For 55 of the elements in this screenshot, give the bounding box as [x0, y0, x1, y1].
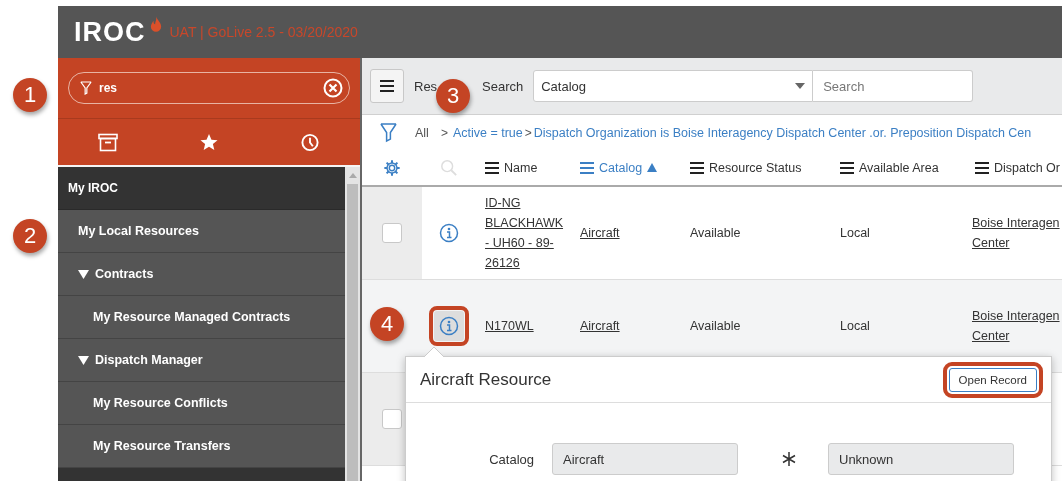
- catalog-link[interactable]: Aircraft: [580, 223, 620, 243]
- dropdown-caret-icon: [795, 83, 806, 89]
- dispatch-org-link[interactable]: Boise Interagen Center: [972, 306, 1060, 346]
- menu-button[interactable]: [370, 69, 404, 103]
- menu-group-label: Contracts: [95, 267, 154, 281]
- status-cell-text: Available: [690, 318, 741, 335]
- field-select[interactable]: Catalog: [533, 70, 814, 102]
- logo-text: IROC: [74, 16, 146, 48]
- column-header[interactable]: Resource Status: [680, 160, 830, 175]
- callout-badge: 2: [13, 219, 47, 253]
- settings-icon[interactable]: [383, 158, 401, 177]
- filter-icon: [80, 81, 92, 95]
- dispatch-org-link[interactable]: Boise Interagen Center: [972, 213, 1060, 253]
- column-menu-icon[interactable]: [975, 161, 989, 174]
- column-menu-icon[interactable]: [690, 161, 704, 174]
- column-menu-icon[interactable]: [840, 161, 854, 174]
- popup-title: Aircraft Resource: [420, 369, 552, 390]
- breadcrumb-separator: >: [440, 125, 448, 140]
- filter-icon[interactable]: [380, 122, 397, 143]
- area-cell-text: Local: [840, 225, 870, 242]
- sort-ascending-icon: [647, 163, 658, 172]
- menu-group-label: Dispatch Manager: [95, 353, 203, 367]
- row-checkbox[interactable]: [382, 223, 402, 243]
- column-header[interactable]: Catalog: [570, 160, 680, 175]
- star-icon[interactable]: [199, 132, 219, 152]
- area-cell-text: Local: [840, 318, 870, 335]
- archive-icon[interactable]: [98, 132, 119, 152]
- column-header[interactable]: Available Area: [830, 160, 965, 175]
- column-menu-icon[interactable]: [485, 161, 499, 174]
- name-link[interactable]: ID-NG BLACKHAWK - UH60 - 89-26126: [485, 193, 564, 273]
- menu-icon: [380, 80, 394, 92]
- search-label: Search: [482, 78, 524, 94]
- readonly-field: Unknown: [828, 443, 1014, 475]
- catalog-link[interactable]: Aircraft: [580, 316, 620, 336]
- menu-section-title: My IROC: [58, 167, 345, 210]
- breadcrumb-link[interactable]: All: [415, 125, 429, 140]
- breadcrumb-link[interactable]: Active = true: [452, 125, 523, 140]
- callout-badge: 1: [13, 78, 47, 112]
- column-header[interactable]: Dispatch Or: [965, 160, 1062, 175]
- filter-field[interactable]: res: [68, 72, 350, 104]
- breadcrumb-link[interactable]: Dispatch Organization is Boise Interagency Dispatch Center .or. Preposition Dispatch Cen: [533, 125, 1032, 140]
- name-link[interactable]: N170WL: [485, 316, 534, 336]
- flame-icon: [149, 16, 162, 34]
- row-checkbox[interactable]: [382, 409, 402, 429]
- clock-icon[interactable]: [299, 132, 320, 152]
- column-header[interactable]: Name: [475, 160, 570, 175]
- scrollbar[interactable]: [345, 167, 360, 481]
- status-cell-text: Available: [690, 225, 741, 242]
- search-field[interactable]: Search: [813, 70, 974, 102]
- breadcrumb-separator: >: [524, 125, 532, 140]
- list-title: Res: [414, 78, 439, 94]
- environment-label: UAT | GoLive 2.5 - 03/20/2020: [169, 24, 358, 40]
- field-label: Catalog: [489, 451, 534, 467]
- readonly-field: Aircraft: [552, 443, 738, 475]
- clear-icon[interactable]: [323, 78, 343, 98]
